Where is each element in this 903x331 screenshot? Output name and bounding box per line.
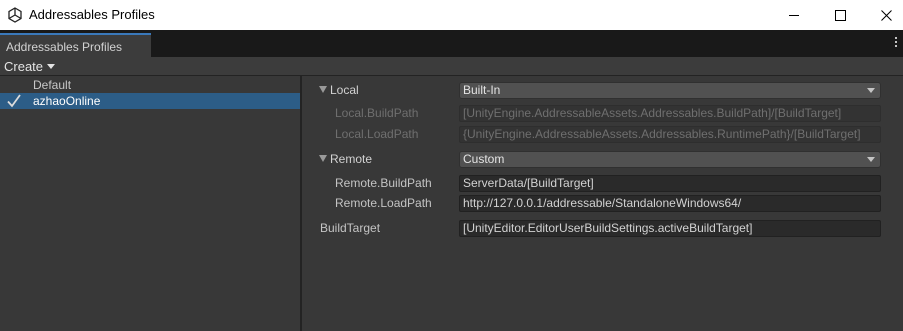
local-dropdown-value: Built-In: [463, 83, 501, 97]
remote-group-row: Remote Custom: [302, 149, 903, 169]
profile-item-azhaoonline[interactable]: azhaoOnline: [0, 93, 300, 109]
local-build-path-field: [UnityEngine.AddressableAssets.Addressab…: [459, 105, 881, 122]
toolbar: Create: [0, 57, 903, 76]
maximize-button[interactable]: [817, 0, 863, 30]
create-button-label: Create: [4, 59, 44, 74]
minimize-button[interactable]: [771, 0, 817, 30]
local-load-path-label: Local.LoadPath: [335, 127, 419, 141]
build-target-field[interactable]: [UnityEditor.EditorUserBuildSettings.act…: [459, 220, 881, 237]
window-title: Addressables Profiles: [29, 7, 155, 22]
profiles-list: Default azhaoOnline: [0, 76, 300, 331]
create-dropdown-button[interactable]: Create: [2, 58, 57, 75]
local-build-path-row: Local.BuildPath [UnityEngine.Addressable…: [302, 103, 903, 123]
local-group-label[interactable]: Local: [330, 80, 359, 100]
profile-item-default[interactable]: Default: [0, 77, 300, 93]
remote-build-path-row: Remote.BuildPath ServerData/[BuildTarget…: [302, 173, 903, 193]
local-profile-dropdown[interactable]: Built-In: [459, 82, 881, 99]
chevron-down-icon: [867, 157, 875, 162]
checkmark-icon: [7, 94, 21, 108]
profile-item-label: Default: [33, 78, 72, 92]
editor-tab-strip: Addressables Profiles: [0, 30, 903, 57]
remote-load-path-label: Remote.LoadPath: [335, 196, 432, 210]
local-load-path-row: Local.LoadPath {UnityEngine.AddressableA…: [302, 124, 903, 144]
remote-load-path-field[interactable]: http://127.0.0.1/addressable/StandaloneW…: [459, 195, 881, 212]
remote-load-path-row: Remote.LoadPath http://127.0.0.1/address…: [302, 193, 903, 213]
chevron-down-icon: [867, 88, 875, 93]
remote-group-label[interactable]: Remote: [330, 149, 372, 169]
remote-build-path-field[interactable]: ServerData/[BuildTarget]: [459, 175, 881, 192]
profile-inspector: Local Built-In Local.BuildPath [UnityEng…: [302, 76, 903, 331]
tab-addressables-profiles[interactable]: Addressables Profiles: [0, 33, 151, 57]
unity-logo-icon: [8, 7, 22, 23]
window-title-bar: Addressables Profiles: [0, 0, 903, 30]
foldout-arrow-icon[interactable]: [319, 86, 327, 93]
minimize-icon: [788, 14, 799, 16]
foldout-arrow-icon[interactable]: [319, 155, 327, 162]
close-icon: [880, 9, 892, 21]
maximize-icon: [834, 9, 846, 21]
build-target-row: BuildTarget [UnityEditor.EditorUserBuild…: [302, 218, 903, 238]
remote-dropdown-value: Custom: [463, 152, 505, 166]
remote-profile-dropdown[interactable]: Custom: [459, 151, 881, 168]
local-load-path-field: {UnityEngine.AddressableAssets.Addressab…: [459, 126, 881, 143]
chevron-down-icon: [47, 64, 56, 69]
close-button[interactable]: [863, 0, 903, 30]
profile-item-label: azhaoOnline: [33, 94, 101, 108]
local-build-path-label: Local.BuildPath: [335, 106, 419, 120]
build-target-label: BuildTarget: [320, 221, 381, 235]
remote-build-path-label: Remote.BuildPath: [335, 176, 432, 190]
kebab-menu-icon[interactable]: [895, 37, 898, 49]
local-group-row: Local Built-In: [302, 80, 903, 100]
